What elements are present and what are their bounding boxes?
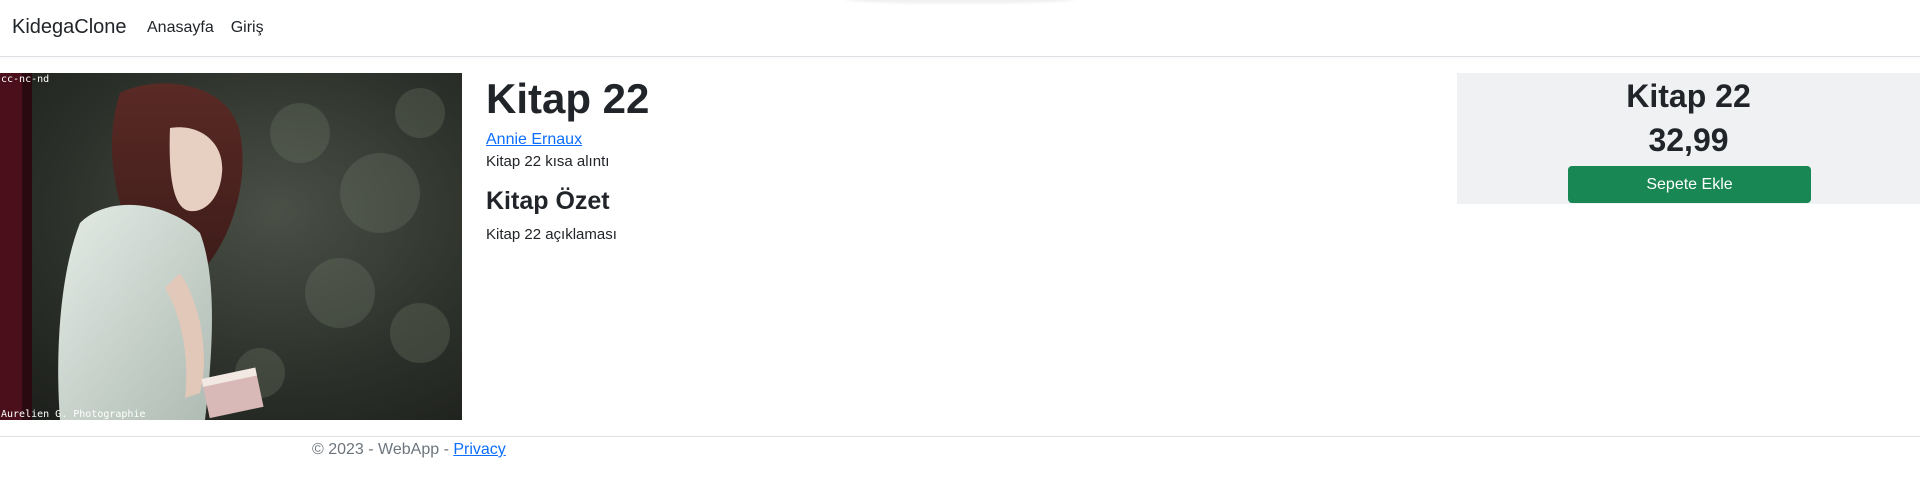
- book-title: Kitap 22: [486, 75, 650, 122]
- summary-text: Kitap 22 açıklaması: [486, 226, 617, 243]
- nav-links: Anasayfa Giriş: [147, 19, 281, 37]
- brand-link[interactable]: KidegaClone: [12, 16, 127, 39]
- privacy-link[interactable]: Privacy: [453, 441, 505, 458]
- book-cover-image: cc-nc-nd Aurelien G. Photographie: [0, 73, 462, 420]
- footer-copyright: © 2023 - WebApp -: [312, 441, 454, 458]
- book-details: Kitap 22 Annie Ernaux Kitap 22 kısa alın…: [486, 73, 1386, 243]
- author-link[interactable]: Annie Ernaux: [486, 131, 582, 149]
- footer-text: © 2023 - WebApp - Privacy: [312, 441, 506, 459]
- nav-link-giris[interactable]: Giriş: [231, 19, 264, 37]
- summary-heading: Kitap Özet: [486, 187, 610, 215]
- footer: © 2023 - WebApp - Privacy: [0, 436, 1920, 490]
- price-value: 32,99: [1648, 122, 1729, 158]
- book-excerpt: Kitap 22 kısa alıntı: [486, 153, 610, 170]
- image-watermark-top: cc-nc-nd: [1, 74, 50, 85]
- add-to-cart-button[interactable]: Sepete Ekle: [1568, 166, 1811, 203]
- image-watermark-bottom: Aurelien G. Photographie: [1, 409, 146, 420]
- top-decoration: [845, 0, 1075, 2]
- nav-link-anasayfa[interactable]: Anasayfa: [147, 19, 214, 37]
- price-box: Kitap 22 32,99 Sepete Ekle: [1457, 73, 1920, 204]
- price-box-title: Kitap 22: [1626, 78, 1751, 114]
- navbar: KidegaClone Anasayfa Giriş: [0, 0, 1920, 57]
